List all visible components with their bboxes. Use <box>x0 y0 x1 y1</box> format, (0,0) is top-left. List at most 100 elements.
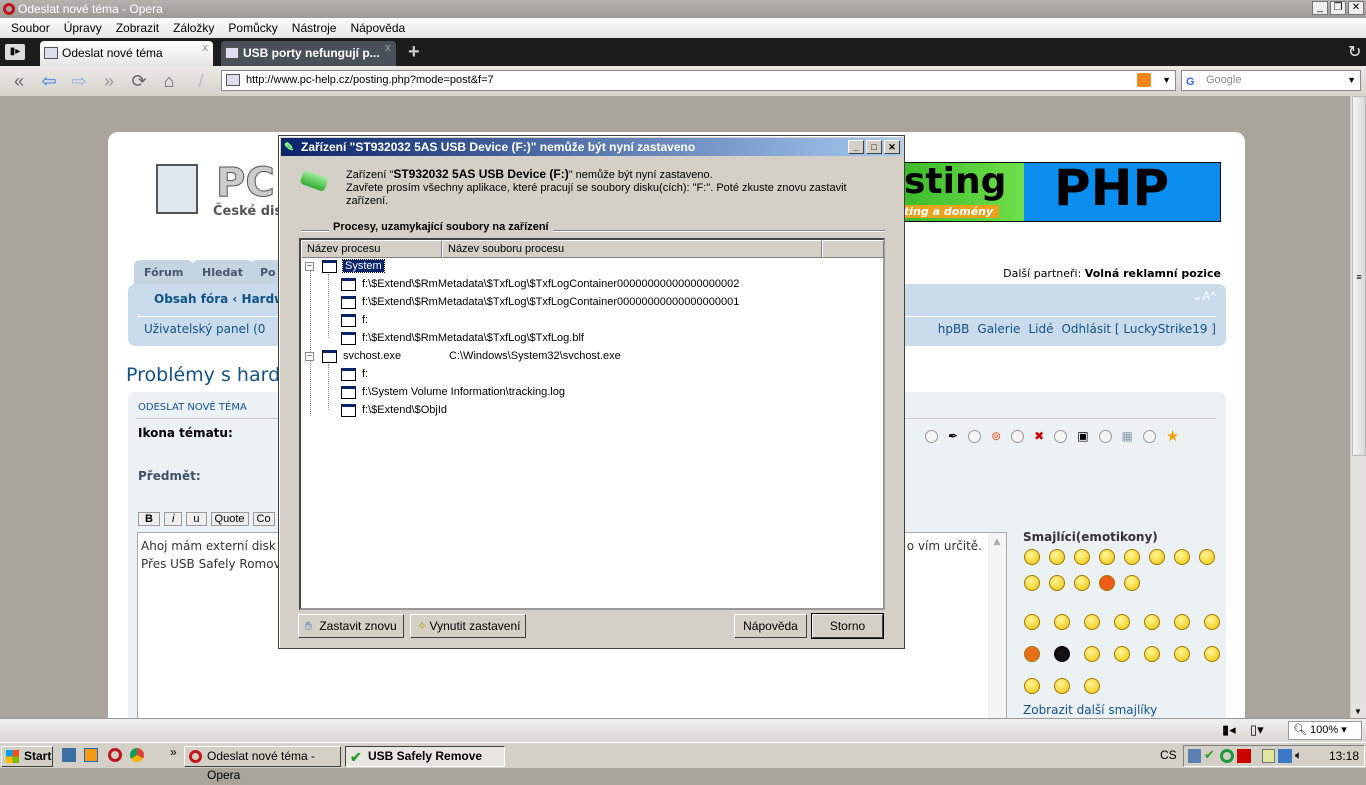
smiley-icon[interactable] <box>1114 646 1130 662</box>
smiley-icon[interactable] <box>1124 549 1140 565</box>
smiley-icon[interactable] <box>1174 614 1190 630</box>
tray-icon[interactable] <box>1188 749 1201 763</box>
tree-row-file[interactable]: f:\$Extend\$ObjId <box>341 401 447 419</box>
smiley-icon[interactable] <box>1099 575 1115 591</box>
smiley-icon[interactable] <box>1204 646 1220 662</box>
underline-button[interactable]: u <box>186 512 207 526</box>
media-player-icon[interactable] <box>84 748 98 762</box>
scrollbar-thumb[interactable]: ≡ <box>1352 96 1366 456</box>
smiley-icon[interactable] <box>1024 575 1040 591</box>
tab-usb-porty[interactable]: USB porty nefungují p... x <box>221 41 396 66</box>
smiley-icon[interactable] <box>1199 549 1215 565</box>
bold-button[interactable]: B <box>138 512 160 526</box>
smiley-icon[interactable] <box>1074 575 1090 591</box>
user-panel-link[interactable]: Uživatelský panel (0 <box>144 322 265 336</box>
show-desktop-icon[interactable] <box>62 748 76 762</box>
taskbar-item-usb-safely-remove[interactable]: ✔ USB Safely Remove <box>345 746 505 767</box>
dialog-maximize-button[interactable]: □ <box>866 140 882 154</box>
smiley-icon[interactable] <box>1099 549 1115 565</box>
smiley-icon[interactable] <box>1084 614 1100 630</box>
topic-icon-radio[interactable] <box>1098 429 1112 443</box>
link-galerie[interactable]: Galerie <box>977 322 1020 336</box>
smiley-icon[interactable] <box>1124 575 1140 591</box>
panel-toggle-button[interactable]: ▮▸ <box>5 44 25 60</box>
address-dropdown-icon[interactable]: ▼ <box>1162 71 1171 90</box>
restore-button[interactable]: ❐ <box>1330 1 1346 15</box>
close-button[interactable]: ✕ <box>1348 1 1364 15</box>
tree-row-file[interactable]: f:\System Volume Information\tracking.lo… <box>341 383 565 401</box>
more-smilies-link[interactable]: Zobrazit další smajlíky <box>1023 703 1157 717</box>
rss-icon[interactable] <box>1137 73 1151 87</box>
topic-icon-radio[interactable] <box>925 429 938 443</box>
hosting-banner[interactable]: sting ting a domény PHP <box>903 162 1221 222</box>
textarea-scrollbar[interactable]: ▲ <box>988 533 1006 721</box>
more-icon[interactable]: » <box>170 745 177 759</box>
tree-row-file[interactable]: f:\$Extend\$RmMetadata\$TxfLog\$TxfLog.b… <box>341 329 584 347</box>
close-tab-icon[interactable]: x <box>385 42 391 54</box>
minimize-button[interactable]: _ <box>1312 1 1328 15</box>
font-size-controls[interactable]: ⌄A^ <box>1192 289 1216 303</box>
clock[interactable]: 13:18 <box>1329 749 1359 763</box>
opera-icon[interactable] <box>108 748 122 762</box>
tree-row-svchost[interactable]: − svchost.exe <box>305 347 401 365</box>
image-toggle-icon[interactable]: ▯▾ <box>1250 722 1264 738</box>
tray-icon[interactable] <box>1220 749 1234 763</box>
menu-nastroje[interactable]: Nástroje <box>285 18 344 38</box>
link-phpbb[interactable]: hpBB <box>938 322 970 336</box>
scroll-down-icon[interactable]: ▼ <box>1354 707 1362 716</box>
smiley-icon[interactable] <box>1024 646 1040 662</box>
process-tree-list[interactable]: Název procesu Název souboru procesu − Sys… <box>299 238 885 610</box>
rewind-icon[interactable]: « <box>8 71 30 91</box>
smiley-icon[interactable] <box>1084 678 1100 694</box>
collapse-icon[interactable]: − <box>305 351 314 361</box>
menu-upravy[interactable]: Úpravy <box>57 18 109 38</box>
zoom-control[interactable]: 🔍︎ 100% ▾ <box>1288 721 1362 740</box>
dialog-minimize-button[interactable]: _ <box>848 140 864 154</box>
smiley-icon[interactable] <box>1049 575 1065 591</box>
menu-zalozky[interactable]: Záložky <box>166 18 221 38</box>
tray-icon[interactable] <box>1262 749 1275 763</box>
back-icon[interactable]: ⇦ <box>38 71 60 91</box>
smiley-icon[interactable] <box>1054 614 1070 630</box>
smiley-icon[interactable] <box>1144 646 1160 662</box>
help-button[interactable]: Nápověda <box>734 614 807 638</box>
breadcrumb[interactable]: Obsah fóra ‹ Hardw <box>154 292 285 306</box>
smiley-icon[interactable] <box>1144 614 1160 630</box>
partners-link[interactable]: Volná reklamní pozice <box>1085 267 1221 280</box>
page-scrollbar[interactable]: ≡ ▼ <box>1350 96 1366 718</box>
italic-button[interactable]: i <box>163 512 183 526</box>
dialog-title-bar[interactable]: ✎ Zařízení "ST932032 5AS USB Device (F:)… <box>281 138 902 156</box>
volume-icon[interactable]: 🔈︎ <box>1295 748 1302 763</box>
edit-icon[interactable]: / <box>190 71 212 91</box>
menu-soubor[interactable]: Soubor <box>4 18 57 38</box>
topic-icon-radio[interactable] <box>1011 429 1025 443</box>
column-process-name[interactable]: Název procesu <box>301 240 442 258</box>
reload-icon[interactable]: ⟳ <box>128 71 150 91</box>
smiley-icon[interactable] <box>1024 614 1040 630</box>
language-indicator[interactable]: CS <box>1160 748 1177 762</box>
menu-zobrazit[interactable]: Zobrazit <box>109 18 166 38</box>
link-odhlasit[interactable]: Odhlásit [ LuckyStrike19 ] <box>1061 322 1216 336</box>
cancel-button[interactable]: Storno <box>811 613 884 639</box>
network-icon[interactable] <box>1278 749 1292 763</box>
tray-icon[interactable] <box>1237 749 1251 763</box>
nav-tab-forum[interactable]: Fórum <box>134 260 194 285</box>
forward-icon[interactable]: ⇨ <box>68 71 90 91</box>
smiley-icon[interactable] <box>1114 614 1130 630</box>
smiley-icon[interactable] <box>1074 549 1090 565</box>
new-tab-button[interactable]: + <box>408 41 420 64</box>
bomb-icon[interactable] <box>1054 646 1070 662</box>
dialog-close-button[interactable]: ✕ <box>884 140 900 154</box>
tree-row-file[interactable]: f: <box>341 311 368 329</box>
tree-row-system[interactable]: − System <box>305 257 385 275</box>
column-process-file[interactable]: Název souboru procesu <box>442 240 822 258</box>
quote-button[interactable]: Quote <box>210 512 249 526</box>
tray-usb-icon[interactable]: ✔ <box>1204 747 1215 763</box>
menu-pomucky[interactable]: Pomůcky <box>221 18 284 38</box>
closed-tabs-icon[interactable]: ↻ <box>1348 42 1361 62</box>
topic-icon-radio[interactable] <box>1054 429 1068 443</box>
collapse-icon[interactable]: − <box>305 261 314 271</box>
smiley-icon[interactable] <box>1054 678 1070 694</box>
nav-tab-hledat[interactable]: Hledat <box>192 260 253 285</box>
link-lide[interactable]: Lidé <box>1028 322 1053 336</box>
